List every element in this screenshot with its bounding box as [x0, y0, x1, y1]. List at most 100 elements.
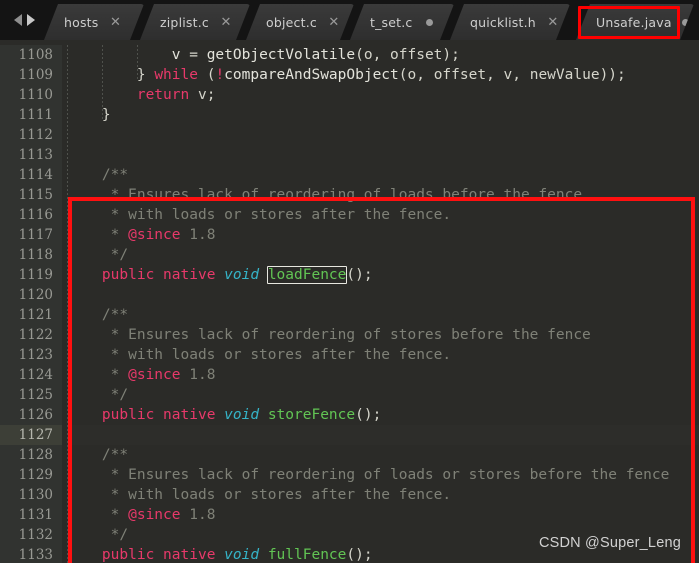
code-token: ();: [346, 547, 373, 563]
code-token: public: [101, 547, 155, 563]
code-editor-window: hosts ✕ ziplist.c ✕ object.c ✕ t_set.c quicklis…: [0, 0, 699, 563]
tab-nav-next-icon[interactable]: [26, 14, 35, 26]
line-number[interactable]: 1128: [0, 445, 62, 465]
code-line[interactable]: * Ensures lack of reordering of loads be…: [67, 185, 699, 205]
code-token: void: [224, 547, 260, 563]
tab-label: hosts: [64, 14, 99, 30]
editor-tab-hosts[interactable]: hosts ✕: [44, 4, 144, 40]
line-number[interactable]: 1109: [0, 65, 62, 85]
line-number[interactable]: 1124: [0, 365, 62, 385]
line-number[interactable]: 1131: [0, 505, 62, 525]
code-line[interactable]: /**: [67, 445, 699, 465]
line-number[interactable]: 1129: [0, 465, 62, 485]
code-line[interactable]: * @since 1.8: [67, 225, 699, 245]
editor-tab-t-set-c[interactable]: t_set.c: [350, 4, 454, 40]
line-number[interactable]: 1123: [0, 345, 62, 365]
close-icon[interactable]: ✕: [109, 15, 123, 29]
code-token: public: [101, 267, 155, 283]
code-token: 1.8: [180, 367, 216, 383]
line-number[interactable]: 1130: [0, 485, 62, 505]
code-token: ();: [355, 407, 382, 423]
line-number[interactable]: 1120: [0, 285, 62, 305]
code-line[interactable]: } while (!compareAndSwapObject(o, offset…: [67, 65, 699, 85]
code-line[interactable]: * with loads or stores after the fence.: [67, 345, 699, 365]
code-token: (o, offset, v, newValue));: [398, 67, 626, 83]
code-token: * Ensures lack of reordering of loads be…: [67, 187, 583, 203]
code-token: native: [163, 267, 216, 283]
code-line[interactable]: * Ensures lack of reordering of stores b…: [67, 325, 699, 345]
modified-dot-icon[interactable]: [423, 15, 437, 29]
line-number[interactable]: 1118: [0, 245, 62, 265]
editor-tab-ziplist-c[interactable]: ziplist.c ✕: [140, 4, 250, 40]
code-token: * Ensures lack of reordering of loads or…: [67, 467, 670, 483]
code-line[interactable]: return v;: [67, 85, 699, 105]
line-number[interactable]: 1117: [0, 225, 62, 245]
line-number[interactable]: 1112: [0, 125, 62, 145]
code-line[interactable]: public native void loadFence();: [67, 265, 699, 285]
line-number[interactable]: 1116: [0, 205, 62, 225]
code-token: }: [136, 67, 146, 83]
tab-nav-prev-icon[interactable]: [13, 14, 22, 26]
line-number[interactable]: 1121: [0, 305, 62, 325]
code-line[interactable]: * @since 1.8: [67, 505, 699, 525]
close-icon[interactable]: ✕: [219, 15, 233, 29]
code-line[interactable]: public native void storeFence();: [67, 405, 699, 425]
code-token: (o, offset);: [355, 47, 460, 63]
code-line[interactable]: }: [67, 105, 699, 125]
code-line[interactable]: * Ensures lack of reordering of loads or…: [67, 465, 699, 485]
editor-tab-unsafe-java[interactable]: Unsafe.java: [576, 4, 694, 40]
line-number[interactable]: 1108: [0, 45, 62, 65]
line-number[interactable]: 1119: [0, 265, 62, 285]
line-number[interactable]: 1126: [0, 405, 62, 425]
code-line[interactable]: [67, 145, 699, 165]
line-number[interactable]: 1132: [0, 525, 62, 545]
code-line[interactable]: */: [67, 525, 699, 545]
editor-tab-quicklist-h[interactable]: quicklist.h ✕: [450, 4, 570, 40]
code-line[interactable]: [67, 425, 699, 445]
code-line[interactable]: /**: [67, 305, 699, 325]
tab-nav-arrows[interactable]: [4, 9, 44, 31]
code-line[interactable]: */: [67, 245, 699, 265]
code-line[interactable]: * with loads or stores after the fence.: [67, 485, 699, 505]
line-number[interactable]: 1127: [0, 425, 62, 445]
line-number[interactable]: 1111: [0, 105, 62, 125]
line-number[interactable]: 1133: [0, 545, 62, 563]
line-number[interactable]: 1110: [0, 85, 62, 105]
line-number[interactable]: 1114: [0, 165, 62, 185]
code-line[interactable]: * @since 1.8: [67, 365, 699, 385]
line-number-gutter: 1108 1109 1110 1111 1112 1113 1114 1115 1116 1117…: [0, 45, 62, 563]
code-line[interactable]: * with loads or stores after the fence.: [67, 205, 699, 225]
tab-label: object.c: [266, 14, 317, 30]
code-text-area[interactable]: v = getObjectVolatile(o, offset); } whil…: [67, 45, 699, 563]
line-number[interactable]: 1115: [0, 185, 62, 205]
code-token: public: [101, 407, 155, 423]
code-line[interactable]: v = getObjectVolatile(o, offset);: [67, 45, 699, 65]
editor-tab-object-c[interactable]: object.c ✕: [246, 4, 354, 40]
line-number[interactable]: 1122: [0, 325, 62, 345]
tab-label: Unsafe.java: [596, 14, 672, 30]
tab-label: t_set.c: [370, 14, 413, 30]
code-line[interactable]: [67, 285, 699, 305]
close-icon[interactable]: ✕: [546, 15, 560, 29]
close-icon[interactable]: ✕: [327, 15, 341, 29]
editor-body[interactable]: 1108 1109 1110 1111 1112 1113 1114 1115 1116 1117…: [0, 45, 699, 563]
line-number[interactable]: 1113: [0, 145, 62, 165]
code-line[interactable]: public native void fullFence();: [67, 545, 699, 563]
line-number[interactable]: 1125: [0, 385, 62, 405]
code-line[interactable]: /**: [67, 165, 699, 185]
code-token: *: [67, 507, 129, 523]
code-line[interactable]: */: [67, 385, 699, 405]
code-token: * Ensures lack of reordering of stores b…: [67, 327, 591, 343]
code-token: !: [215, 67, 225, 83]
code-line[interactable]: [67, 125, 699, 145]
